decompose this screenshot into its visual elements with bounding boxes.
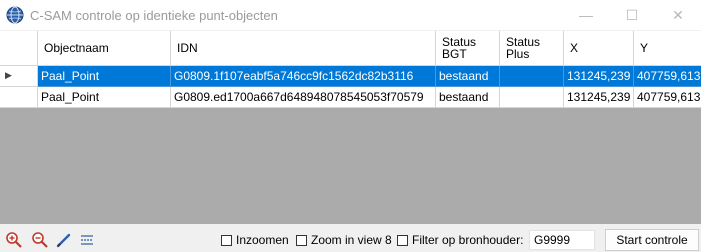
zoom-out-icon[interactable] — [31, 231, 49, 249]
bronhouder-input[interactable]: G9999 — [529, 230, 595, 250]
cell-objectnaam[interactable]: Paal_Point — [38, 66, 171, 87]
zoom-in-view-checkbox[interactable]: Zoom in view 8 — [296, 233, 392, 247]
zoom-in-view-label: Zoom in view 8 — [311, 233, 392, 247]
cell-idn[interactable]: G0809.1f107eabf5a746cc9fc1562dc82b3116 — [171, 66, 436, 87]
row-header[interactable]: ▶ — [0, 66, 38, 87]
close-button[interactable]: ✕ — [655, 0, 701, 30]
cell-status-plus[interactable] — [500, 66, 564, 87]
header-corner — [0, 31, 38, 65]
window-title: C-SAM controle op identieke punt-objecte… — [30, 8, 278, 23]
zoom-in-view-checkbox-box[interactable] — [296, 234, 307, 246]
cell-y[interactable]: 407759,613 — [634, 87, 701, 108]
pencil-icon[interactable] — [55, 231, 73, 249]
grid-header: Objectnaam IDN Status BGT Status Plus X … — [0, 31, 701, 66]
row-header[interactable] — [0, 87, 38, 108]
minimize-button[interactable]: — — [563, 0, 609, 30]
table-row[interactable]: Paal_Point G0809.ed1700a667d648948078545… — [0, 87, 701, 108]
cell-status-bgt[interactable]: bestaand — [436, 66, 500, 87]
column-header-x[interactable]: X — [564, 31, 634, 65]
zoom-in-icon[interactable] — [5, 231, 23, 249]
filter-bronhouder-checkbox[interactable]: Filter op bronhouder: — [397, 233, 523, 247]
list-icon[interactable] — [78, 231, 96, 249]
column-header-y[interactable]: Y — [634, 31, 701, 65]
cell-idn[interactable]: G0809.ed1700a667d648948078545053f70579 — [171, 87, 436, 108]
column-header-objectnaam[interactable]: Objectnaam — [38, 31, 171, 65]
cell-x[interactable]: 131245,239 — [564, 87, 634, 108]
column-header-status-plus[interactable]: Status Plus — [500, 31, 564, 65]
cell-x[interactable]: 131245,239 — [564, 66, 634, 87]
title-bar: C-SAM controle op identieke punt-objecte… — [0, 0, 701, 30]
current-row-arrow-icon: ▶ — [5, 70, 12, 80]
column-header-status-bgt[interactable]: Status BGT — [436, 31, 500, 65]
cell-status-plus[interactable] — [500, 87, 564, 108]
results-grid: Objectnaam IDN Status BGT Status Plus X … — [0, 31, 701, 224]
inzoomen-label: Inzoomen — [236, 233, 289, 247]
filter-bronhouder-label: Filter op bronhouder: — [412, 233, 524, 247]
filter-bronhouder-checkbox-box[interactable] — [397, 234, 408, 246]
cell-status-bgt[interactable]: bestaand — [436, 87, 500, 108]
start-controle-button[interactable]: Start controle — [605, 229, 699, 251]
table-row[interactable]: ▶ Paal_Point G0809.1f107eabf5a746cc9fc15… — [0, 66, 701, 87]
cell-y[interactable]: 407759,613 — [634, 66, 701, 87]
cell-objectnaam[interactable]: Paal_Point — [38, 87, 171, 108]
maximize-button[interactable]: ☐ — [609, 0, 655, 30]
inzoomen-checkbox-box[interactable] — [221, 234, 232, 246]
app-globe-icon — [6, 6, 24, 24]
column-header-idn[interactable]: IDN — [171, 31, 436, 65]
bottom-toolbar: Inzoomen Zoom in view 8 Filter op bronho… — [0, 228, 701, 252]
inzoomen-checkbox[interactable]: Inzoomen — [221, 233, 289, 247]
